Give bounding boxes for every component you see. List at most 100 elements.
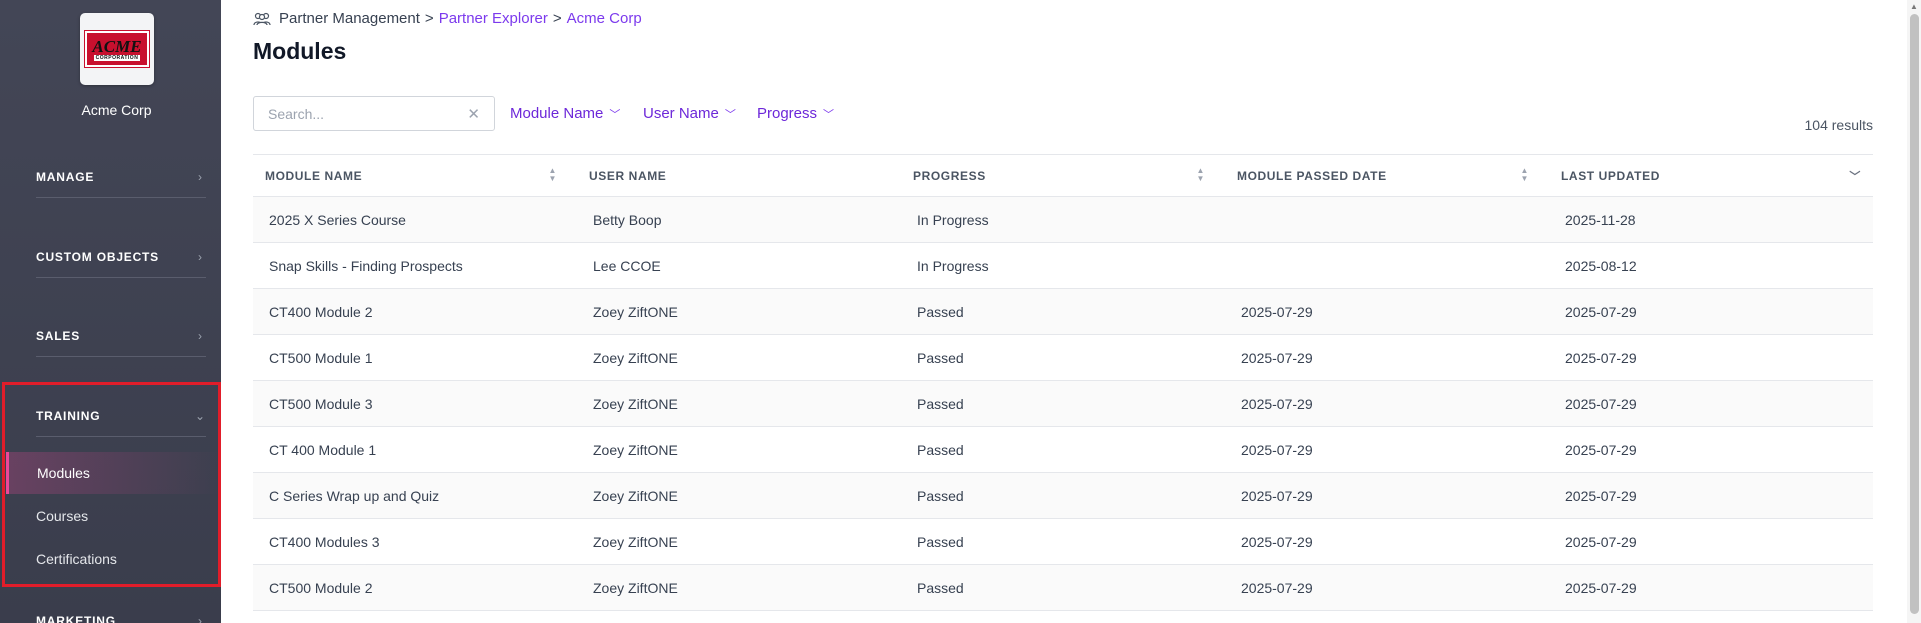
sidebar-section-label: SALES xyxy=(36,328,81,343)
sidebar-section-marketing[interactable]: MARKETING › xyxy=(36,600,206,623)
cell-last-updated: 2025-11-28 xyxy=(1565,211,1636,228)
sidebar-section-training[interactable]: TRAINING ⌄ xyxy=(36,395,206,437)
modules-table: MODULE NAME ▲ ▼ USER NAME PROGRESS ▲ ▼ MOD… xyxy=(253,154,1873,611)
sidebar-section-label: CUSTOM OBJECTS xyxy=(36,249,159,264)
cell-last-updated: 2025-07-29 xyxy=(1565,579,1637,596)
column-header-last-updated[interactable]: LAST UPDATED ﹀ xyxy=(1549,155,1873,197)
cell-last-updated: 2025-07-29 xyxy=(1565,533,1637,550)
sidebar-item-certifications[interactable]: Certifications xyxy=(36,551,206,567)
cell-user-name: Zoey ZiftONE xyxy=(593,303,678,320)
app-window: ACME CORPORATION Acme Corp MANAGE › CUST… xyxy=(0,0,1921,623)
breadcrumb-separator: > xyxy=(552,10,562,27)
table-row[interactable]: 2025 X Series Course Betty Boop In Progres… xyxy=(253,197,1873,243)
cell-module-passed-date: 2025-07-29 xyxy=(1241,395,1313,412)
table-row[interactable]: Snap Skills - Finding Prospects Lee CCOE I… xyxy=(253,243,1873,289)
column-label: USER NAME xyxy=(589,168,667,183)
cell-user-name: Zoey ZiftONE xyxy=(593,349,678,366)
breadcrumb-separator: > xyxy=(424,10,434,27)
acme-logo-mark: ACME CORPORATION xyxy=(84,30,150,68)
cell-progress: Passed xyxy=(917,487,964,504)
cell-user-name: Zoey ZiftONE xyxy=(593,441,678,458)
cell-module-name: 2025 X Series Course xyxy=(269,211,406,228)
breadcrumb-root: Partner Management xyxy=(279,10,420,27)
scroll-up-arrow-icon[interactable]: ▲ xyxy=(1910,2,1918,11)
sidebar-section-sales[interactable]: SALES › xyxy=(36,315,206,357)
page-title: Modules xyxy=(253,38,347,64)
cell-user-name: Lee CCOE xyxy=(593,257,661,274)
chevron-down-icon: ⌄ xyxy=(194,408,206,423)
column-header-user-name[interactable]: USER NAME xyxy=(577,155,901,197)
cell-user-name: Betty Boop xyxy=(593,211,662,228)
sort-icon[interactable]: ▲ ▼ xyxy=(1520,166,1529,183)
cell-module-name: CT400 Modules 3 xyxy=(269,533,380,550)
company-logo[interactable]: ACME CORPORATION xyxy=(80,13,154,85)
cell-user-name: Zoey ZiftONE xyxy=(593,533,678,550)
column-header-progress[interactable]: PROGRESS ▲ ▼ xyxy=(901,155,1225,197)
filter-user-name[interactable]: User Name ﹀ xyxy=(643,105,736,122)
people-icon xyxy=(253,12,271,25)
cell-progress: Passed xyxy=(917,303,964,320)
cell-progress: Passed xyxy=(917,395,964,412)
filter-module-name[interactable]: Module Name ﹀ xyxy=(510,105,620,122)
table-row[interactable]: CT500 Module 2 Zoey ZiftONE Passed 2025-07-… xyxy=(253,565,1873,611)
filter-label: Module Name xyxy=(510,105,604,122)
table-row[interactable]: CT500 Module 1 Zoey ZiftONE Passed 2025-07-… xyxy=(253,335,1873,381)
cell-module-name: Snap Skills - Finding Prospects xyxy=(269,257,463,274)
cell-module-passed-date: 2025-07-29 xyxy=(1241,303,1313,320)
cell-user-name: Zoey ZiftONE xyxy=(593,395,678,412)
search-input[interactable] xyxy=(268,105,458,122)
table-row[interactable]: CT400 Module 2 Zoey ZiftONE Passed 2025-07-… xyxy=(253,289,1873,335)
table-row[interactable]: CT500 Module 3 Zoey ZiftONE Passed 2025-07-… xyxy=(253,381,1873,427)
table-header: MODULE NAME ▲ ▼ USER NAME PROGRESS ▲ ▼ MOD… xyxy=(253,155,1873,197)
chevron-down-icon: ﹀ xyxy=(823,108,835,121)
chevron-down-icon[interactable]: ﹀ xyxy=(1849,168,1861,184)
chevron-down-icon: ﹀ xyxy=(609,108,621,121)
cell-progress: Passed xyxy=(917,579,964,596)
filter-label: User Name xyxy=(643,105,719,122)
sidebar-section-manage[interactable]: MANAGE › xyxy=(36,156,206,198)
chevron-right-icon: › xyxy=(198,614,202,623)
cell-module-name: CT400 Module 2 xyxy=(269,303,373,320)
sidebar-section-label: MANAGE xyxy=(36,169,95,184)
logo-text: ACME xyxy=(92,36,142,56)
chevron-right-icon: › xyxy=(198,328,202,343)
sidebar-section-custom-objects[interactable]: CUSTOM OBJECTS › xyxy=(36,236,206,278)
scrollbar-thumb[interactable] xyxy=(1910,14,1919,614)
sort-icon[interactable]: ▲ ▼ xyxy=(548,166,557,183)
cell-module-name: CT500 Module 3 xyxy=(269,395,373,412)
cell-module-passed-date: 2025-07-29 xyxy=(1241,441,1313,458)
chevron-right-icon: › xyxy=(198,169,202,184)
table-row[interactable]: C Series Wrap up and Quiz Zoey ZiftONE Pas… xyxy=(253,473,1873,519)
column-label: MODULE NAME xyxy=(265,168,363,183)
cell-last-updated: 2025-07-29 xyxy=(1565,395,1637,412)
results-count: 104 results xyxy=(1804,117,1873,133)
close-icon[interactable]: ✕ xyxy=(467,105,480,123)
table-body: 2025 X Series Course Betty Boop In Progres… xyxy=(253,197,1873,611)
cell-progress: In Progress xyxy=(917,211,989,228)
cell-module-name: C Series Wrap up and Quiz xyxy=(269,487,440,504)
company-name: Acme Corp xyxy=(81,102,152,118)
breadcrumb-partner-explorer[interactable]: Partner Explorer xyxy=(439,10,548,27)
table-row[interactable]: CT400 Modules 3 Zoey ZiftONE Passed 2025-07… xyxy=(253,519,1873,565)
column-header-module-name[interactable]: MODULE NAME ▲ ▼ xyxy=(253,155,577,197)
column-header-module-passed-date[interactable]: MODULE PASSED DATE ▲ ▼ xyxy=(1225,155,1549,197)
cell-module-name: CT 400 Module 1 xyxy=(269,441,377,458)
chevron-right-icon: › xyxy=(198,249,202,264)
search-box: ✕ xyxy=(253,96,495,131)
breadcrumb-acme-corp[interactable]: Acme Corp xyxy=(567,10,642,27)
table-row[interactable]: CT 400 Module 1 Zoey ZiftONE Passed 2025-07… xyxy=(253,427,1873,473)
logo-subtext: CORPORATION xyxy=(93,54,141,61)
cell-progress: In Progress xyxy=(917,257,989,274)
sidebar-item-modules[interactable]: Modules xyxy=(6,452,221,494)
cell-module-name: CT500 Module 1 xyxy=(269,349,373,366)
sidebar-item-courses[interactable]: Courses xyxy=(36,508,206,524)
sort-icon[interactable]: ▲ ▼ xyxy=(1196,166,1205,183)
cell-progress: Passed xyxy=(917,349,964,366)
cell-last-updated: 2025-08-12 xyxy=(1565,257,1637,274)
sidebar: ACME CORPORATION Acme Corp MANAGE › CUST… xyxy=(0,0,221,623)
cell-last-updated: 2025-07-29 xyxy=(1565,487,1637,504)
cell-progress: Passed xyxy=(917,533,964,550)
filter-progress[interactable]: Progress ﹀ xyxy=(757,105,834,122)
cell-last-updated: 2025-07-29 xyxy=(1565,441,1637,458)
page-scrollbar[interactable]: ▲ xyxy=(1907,0,1921,623)
